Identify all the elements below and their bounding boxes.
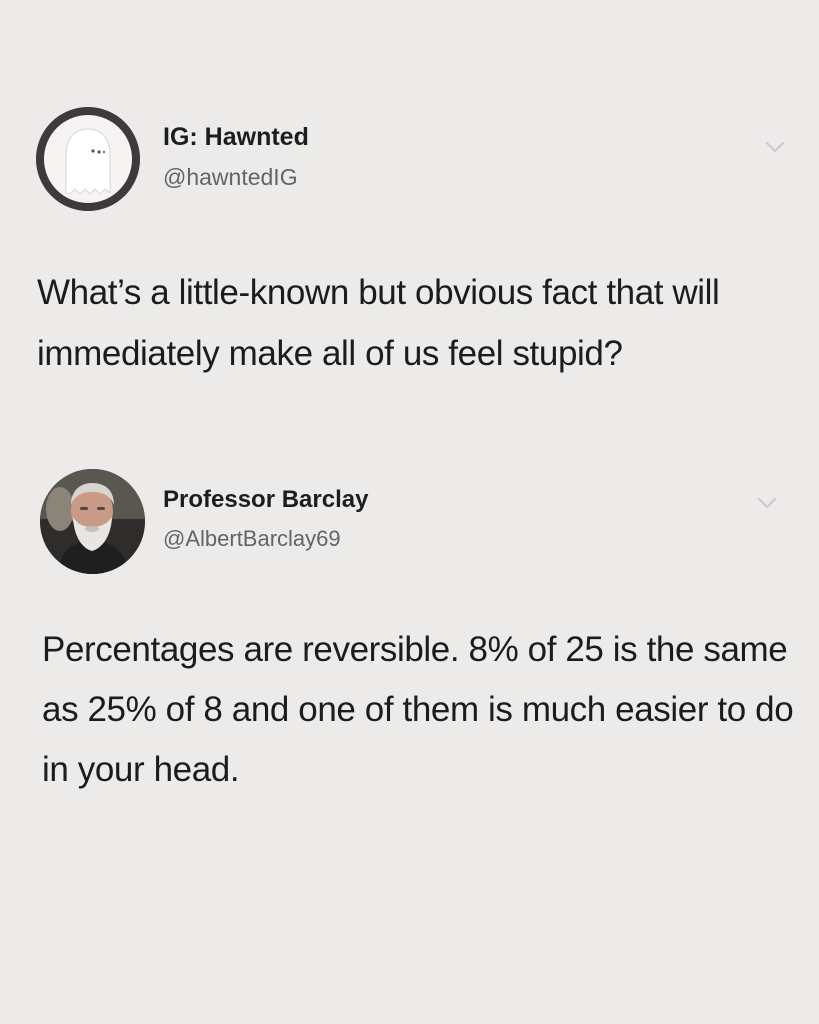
tweet-card-hawnted: IG: Hawnted @hawntedIG What’s a little-k… bbox=[0, 0, 819, 460]
chevron-down-icon[interactable] bbox=[764, 140, 786, 154]
tweet-card-professor-barclay: Professor Barclay @AlbertBarclay69 Perce… bbox=[0, 460, 819, 1024]
avatar[interactable] bbox=[36, 107, 140, 211]
tweet-text: Percentages are reversible. 8% of 25 is … bbox=[42, 630, 794, 789]
avatar[interactable] bbox=[40, 469, 145, 574]
tweet-text: What’s a little-known but obvious fact t… bbox=[37, 273, 720, 373]
author-name[interactable]: Professor Barclay bbox=[163, 486, 368, 514]
author-name[interactable]: IG: Hawnted bbox=[163, 123, 309, 152]
bearded-man-portrait bbox=[40, 469, 145, 574]
author-handle[interactable]: @AlbertBarclay69 bbox=[163, 526, 341, 552]
ghost-icon bbox=[36, 107, 140, 211]
chevron-down-icon[interactable] bbox=[756, 496, 778, 510]
author-handle[interactable]: @hawntedIG bbox=[163, 164, 298, 191]
